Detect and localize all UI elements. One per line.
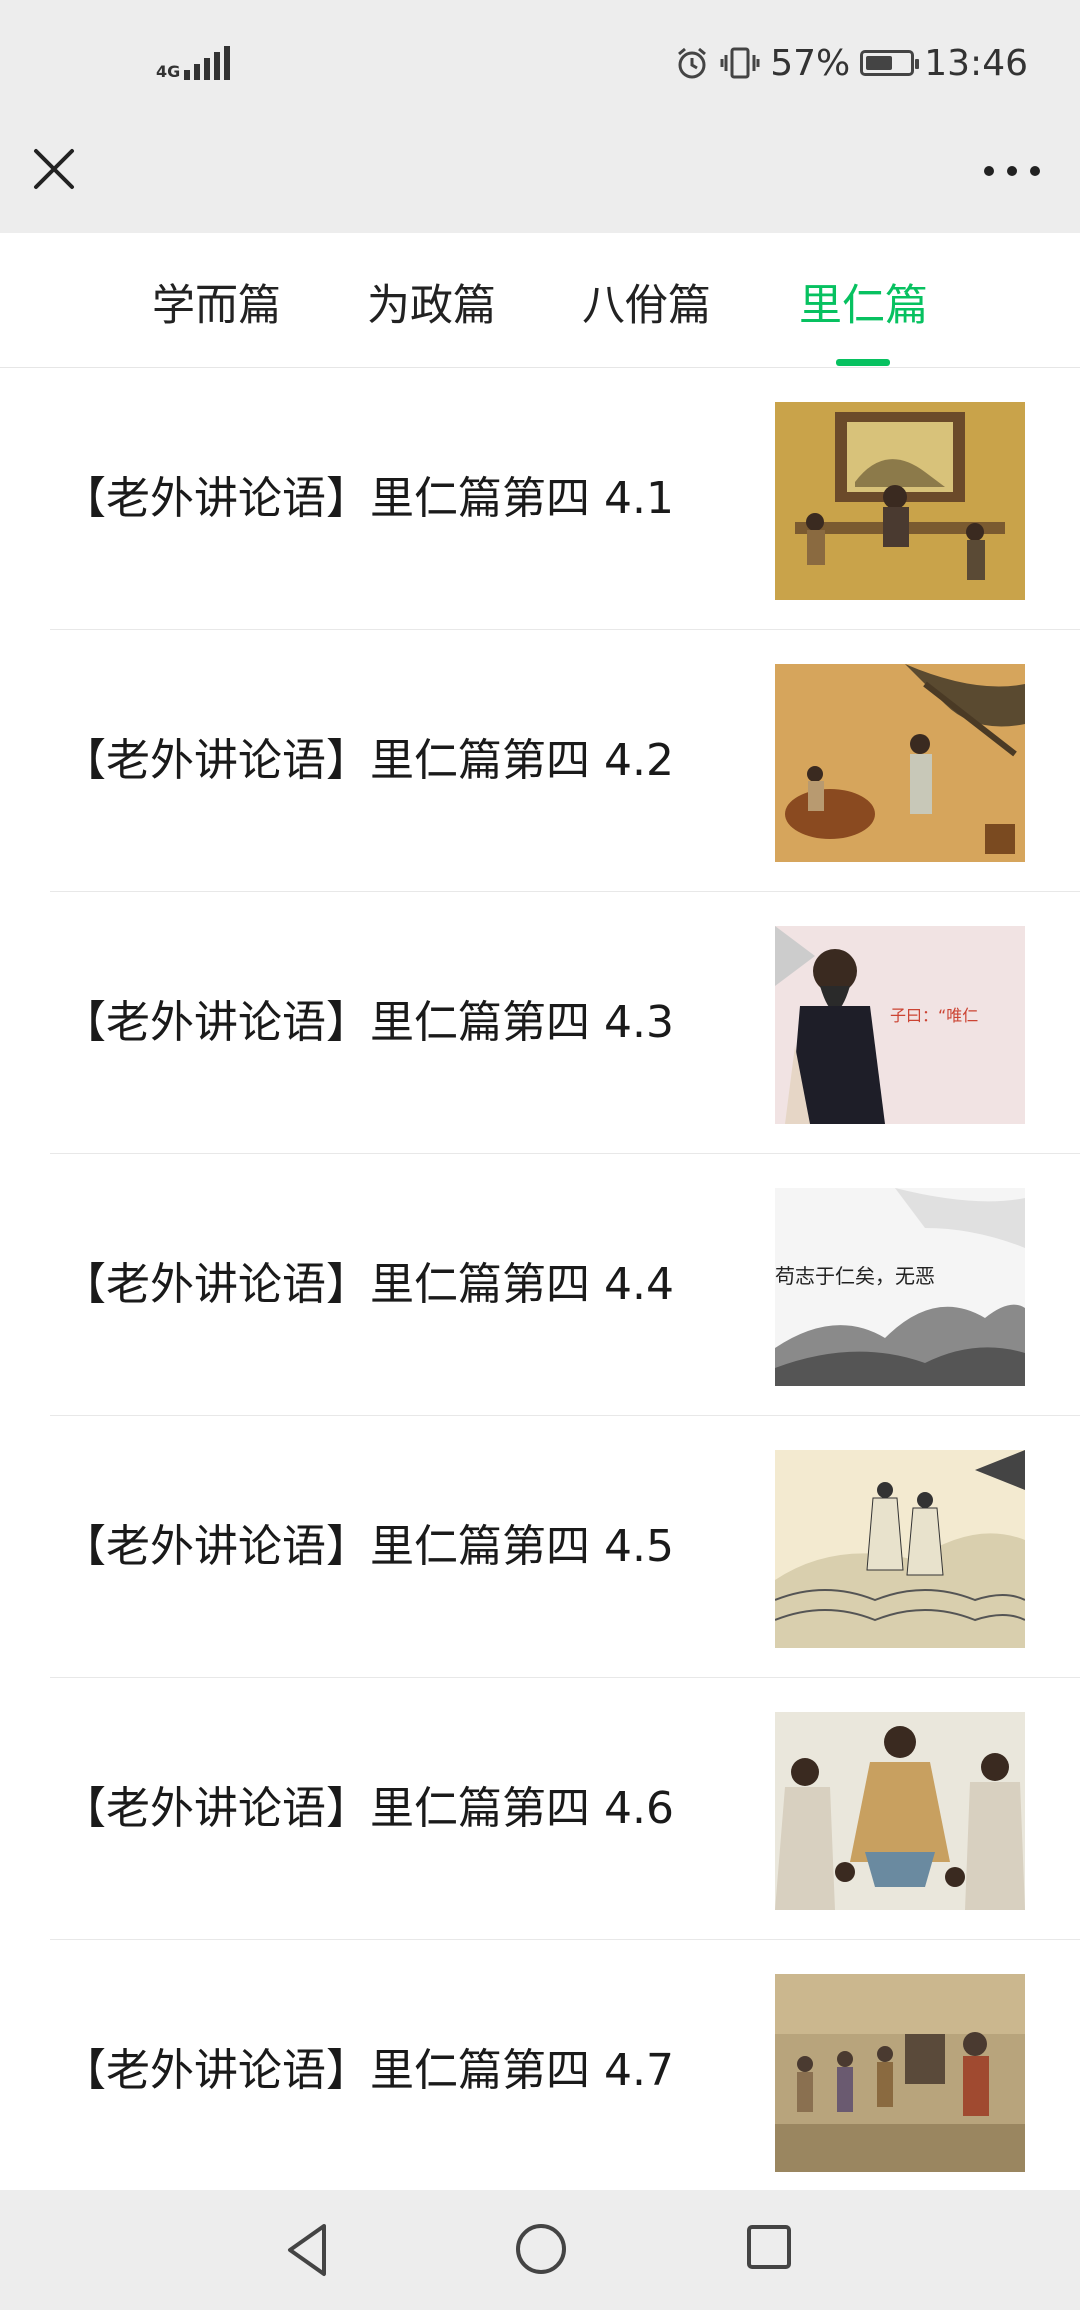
article-thumbnail	[775, 664, 1025, 862]
more-icon[interactable]	[984, 163, 1040, 179]
list-item[interactable]: 【老外讲论语】里仁篇第四 4.3 子曰：“唯仁	[0, 892, 1080, 1154]
list-item[interactable]: 【老外讲论语】里仁篇第四 4.7	[0, 1940, 1080, 2202]
article-title: 【老外讲论语】里仁篇第四 4.6	[62, 1783, 674, 1834]
list-item[interactable]: 【老外讲论语】里仁篇第四 4.6	[0, 1678, 1080, 1940]
tab-bar: 学而篇 为政篇 八佾篇 里仁篇	[0, 233, 1080, 368]
close-icon[interactable]	[30, 145, 78, 193]
recent-apps-icon[interactable]	[746, 2224, 792, 2270]
article-thumbnail: 子曰：“唯仁	[775, 926, 1025, 1124]
thumbnail-caption: 子曰：“唯仁	[890, 1006, 978, 1025]
article-thumbnail	[775, 1450, 1025, 1648]
tab-li-ren[interactable]: 里仁篇	[799, 271, 928, 333]
battery-icon	[860, 50, 920, 76]
list-item[interactable]: 【老外讲论语】里仁篇第四 4.5	[0, 1416, 1080, 1678]
tab-wei-zheng[interactable]: 为政篇	[367, 271, 496, 333]
article-title: 【老外讲论语】里仁篇第四 4.2	[62, 735, 674, 786]
list-item[interactable]: 【老外讲论语】里仁篇第四 4.1	[0, 368, 1080, 630]
article-title: 【老外讲论语】里仁篇第四 4.5	[62, 1521, 674, 1572]
article-title: 【老外讲论语】里仁篇第四 4.3	[62, 997, 674, 1048]
back-icon[interactable]	[282, 2220, 332, 2280]
status-bar: 4G 57% 13:46	[0, 0, 1080, 125]
tab-xue-er[interactable]: 学而篇	[152, 271, 281, 333]
top-bar	[0, 125, 1080, 233]
list-item[interactable]: 【老外讲论语】里仁篇第四 4.4 苟志于仁矣，无恶	[0, 1154, 1080, 1416]
article-list: 【老外讲论语】里仁篇第四 4.1 【老外讲论语】里仁篇第四 4.2 【老外讲论语…	[0, 368, 1080, 2202]
status-right: 57% 13:46	[664, 38, 1028, 88]
signal-icon: 4G	[156, 42, 234, 80]
network-type: 4G	[156, 62, 181, 81]
thumbnail-caption: 苟志于仁矣，无恶	[775, 1264, 935, 1288]
list-item[interactable]: 【老外讲论语】里仁篇第四 4.2	[0, 630, 1080, 892]
vibrate-icon	[720, 47, 760, 79]
article-title: 【老外讲论语】里仁篇第四 4.4	[62, 1259, 674, 1310]
system-nav-bar	[0, 2190, 1080, 2310]
home-icon[interactable]	[514, 2222, 568, 2276]
article-title: 【老外讲论语】里仁篇第四 4.1	[62, 473, 674, 524]
article-thumbnail	[775, 1712, 1025, 1910]
tab-ba-yi[interactable]: 八佾篇	[582, 271, 711, 333]
active-tab-indicator	[836, 359, 890, 366]
clock: 13:46	[924, 42, 1028, 84]
alarm-icon	[678, 47, 707, 79]
article-title: 【老外讲论语】里仁篇第四 4.7	[62, 2045, 674, 2096]
article-thumbnail	[775, 1974, 1025, 2172]
battery-percent: 57%	[770, 42, 851, 84]
article-thumbnail	[775, 402, 1025, 600]
article-thumbnail: 苟志于仁矣，无恶	[775, 1188, 1025, 1386]
